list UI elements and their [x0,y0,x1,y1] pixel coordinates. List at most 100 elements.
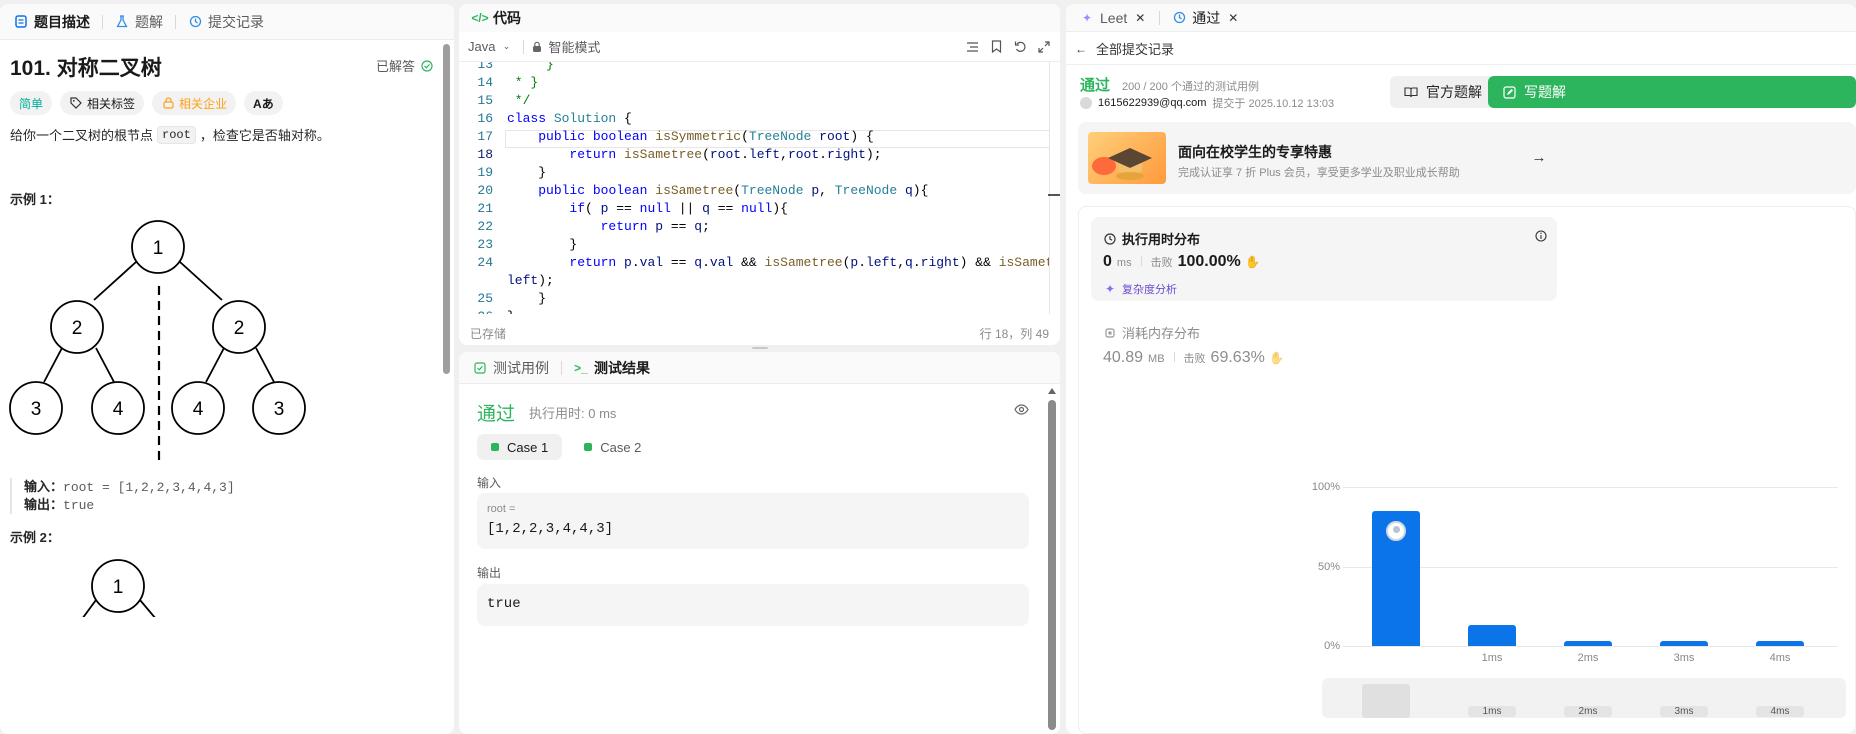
clap-icon: ✋ [1245,255,1261,269]
language-label: Java [468,39,496,54]
memory-card[interactable]: 消耗内存分布 40.89 MB 击败 69.63% ✋ [1091,313,1557,383]
code-editor[interactable]: 13 14 15 16 17 18 19 20 21 22 23 24 25 2… [459,62,1049,314]
language-select[interactable]: Java ⌄ [468,39,513,54]
tree-node-label: 1 [113,577,124,598]
format-icon[interactable] [965,40,979,54]
bookmark-icon[interactable] [989,40,1003,54]
case-tab-label: Case 1 [507,439,549,455]
tab-code-label: 代码 [493,10,521,26]
difficulty-badge[interactable]: 简单 [10,91,53,115]
range-selector-window[interactable] [1362,684,1410,718]
mode-select[interactable]: 智能模式 [530,37,600,56]
runtime-card[interactable]: 执行用时分布 0 ms 击败 100.00% ✋ ✦ 复杂度分析 [1091,217,1557,301]
username[interactable]: 1615622939@qq.com [1098,97,1206,109]
runtime-title: 执行用时分布 [1122,232,1201,247]
panel-resize-handle[interactable] [752,347,768,349]
flask-icon [115,15,129,29]
green-dot-icon [491,443,499,451]
tree-node: 2 [50,300,104,354]
solved-status: 已解答 [376,56,434,75]
stat-divider [1140,256,1142,266]
case-tab-1[interactable]: Case 1 [477,434,563,460]
tab-test-result[interactable]: >_ 测试结果 [568,354,656,382]
beat-label: 击败 [1150,257,1173,269]
tab-accepted[interactable]: 通过 ✕ [1166,4,1246,32]
submitted-time: 提交于 2025.10.12 13:03 [1212,98,1335,110]
tree-node-label: 4 [113,399,124,420]
close-icon[interactable]: ✕ [1133,11,1147,25]
write-solution-label: 写题解 [1524,84,1566,100]
case-tab-2[interactable]: Case 2 [570,434,655,460]
input-var-name: root = [487,503,516,515]
line-number: 22 [477,219,493,234]
test-tabs: 测试用例 >_ 测试结果 [459,352,1060,384]
tab-testcases-label: 测试用例 [493,359,549,376]
expand-icon[interactable] [1037,40,1051,54]
tag-icon [69,96,83,110]
chart-bar[interactable] [1756,641,1804,646]
cursor-position: 行 18，列 49 [979,326,1049,341]
tab-leet[interactable]: ✦ Leet ✕ [1074,6,1153,30]
tab-accepted-label: 通过 [1192,9,1221,26]
tree-node: 3 [252,381,306,435]
problem-scrollbar[interactable] [443,44,450,374]
official-solution-label: 官方题解 [1426,84,1482,100]
green-dot-icon [584,443,593,451]
example1-tree-diagram: 1 2 2 3 4 4 3 [9,220,306,464]
editor-scrollbar-track[interactable] [1049,62,1050,314]
checkbox-icon [473,361,487,375]
code-line: } [507,308,1049,314]
tab-divider [175,14,176,29]
chart-bar[interactable] [1564,641,1612,646]
back-to-submissions[interactable]: ← 全部提交记录 [1074,39,1174,58]
chart-bar[interactable] [1660,641,1708,646]
memory-unit: MB [1148,353,1165,365]
code-line: } [507,165,547,180]
memory-stats: 40.89 MB 击败 69.63% ✋ [1103,349,1284,367]
complexity-link[interactable]: ✦ 复杂度分析 [1103,281,1177,297]
stat-divider [1173,352,1175,362]
line-number: 16 [477,111,493,126]
result-scroll-up-icon[interactable] [1048,388,1056,394]
solved-label: 已解答 [376,59,416,74]
editor-toolbar: Java ⌄ 智能模式 [459,32,1060,62]
avatar[interactable] [1080,97,1092,109]
result-scrollbar[interactable] [1048,400,1056,730]
complexity-label: 复杂度分析 [1122,284,1177,296]
tab-description-label: 题目描述 [34,13,90,30]
company-chip[interactable]: 相关企业 [152,91,237,115]
write-solution-button[interactable]: 写题解 [1488,76,1856,108]
eye-icon[interactable] [1013,402,1029,416]
history-icon [188,15,202,29]
close-icon[interactable]: ✕ [1226,11,1240,25]
chip-icon [1103,326,1117,340]
check-circle-icon [420,59,434,73]
line-number: 14 [477,75,493,90]
tab-code[interactable]: </> 代码 [467,4,527,32]
code-line: } [507,62,554,72]
code-line: return p.val == q.val && isSametree(p.le… [569,255,1049,270]
related-tags-chip[interactable]: 相关标签 [60,91,145,115]
tab-description[interactable]: 题目描述 [8,8,96,36]
tab-solutions[interactable]: 题解 [109,8,169,36]
test-panel: 测试用例 >_ 测试结果 通过 执行用时: 0 ms Case 1 Case 2… [459,352,1060,734]
tree-node: 4 [171,381,225,435]
problem-panel: 题目描述 题解 提交记录 101. 对称二叉树 已解答 简单 相关标签 相关企业… [0,4,454,734]
code-line: } [507,291,547,306]
memory-title: 消耗内存分布 [1122,326,1201,341]
official-solution-button[interactable]: 官方题解 [1390,76,1496,108]
minimap-tick-label: 1ms [1468,706,1516,717]
reset-icon[interactable] [1013,40,1027,54]
font-size-chip[interactable]: Aあ [244,91,283,115]
info-icon[interactable] [1534,229,1548,243]
arrow-right-icon: → [1531,148,1547,166]
promo-banner[interactable]: 面向在校学生的专享特惠 完成认证享 7 折 Plus 会员，享受更多学业及职业成… [1078,122,1856,194]
tab-submissions[interactable]: 提交记录 [182,8,270,36]
tree-node-label: 3 [274,399,285,420]
tab-testcases[interactable]: 测试用例 [467,354,555,382]
arrow-left-icon: ← [1075,41,1087,56]
chart-bar[interactable] [1468,625,1516,646]
chart-bar[interactable] [1372,510,1420,646]
divider [1066,64,1856,65]
example2-title: 示例 2： [10,530,60,545]
